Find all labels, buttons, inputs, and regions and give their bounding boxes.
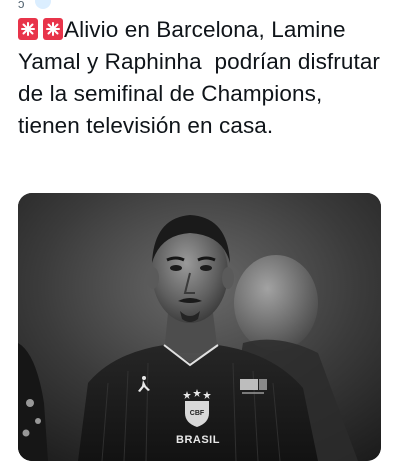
jersey-text: BRASIL bbox=[176, 434, 220, 446]
avatar[interactable] bbox=[35, 0, 51, 9]
crest-text: CBF bbox=[190, 410, 205, 417]
player-photo-illustration: CBF BRASIL bbox=[18, 193, 381, 461]
tweet-photo[interactable]: CBF BRASIL bbox=[18, 193, 381, 461]
previous-tweet-strip: ↄ bbox=[0, 0, 400, 12]
tweet-text: Alivio en Barcelona, Lamine Yamal y Raph… bbox=[18, 17, 387, 138]
tweet-body: Alivio en Barcelona, Lamine Yamal y Raph… bbox=[18, 14, 390, 142]
reply-thread-icon: ↄ bbox=[18, 0, 25, 11]
siren-icon bbox=[18, 18, 38, 40]
siren-icon bbox=[43, 18, 63, 40]
